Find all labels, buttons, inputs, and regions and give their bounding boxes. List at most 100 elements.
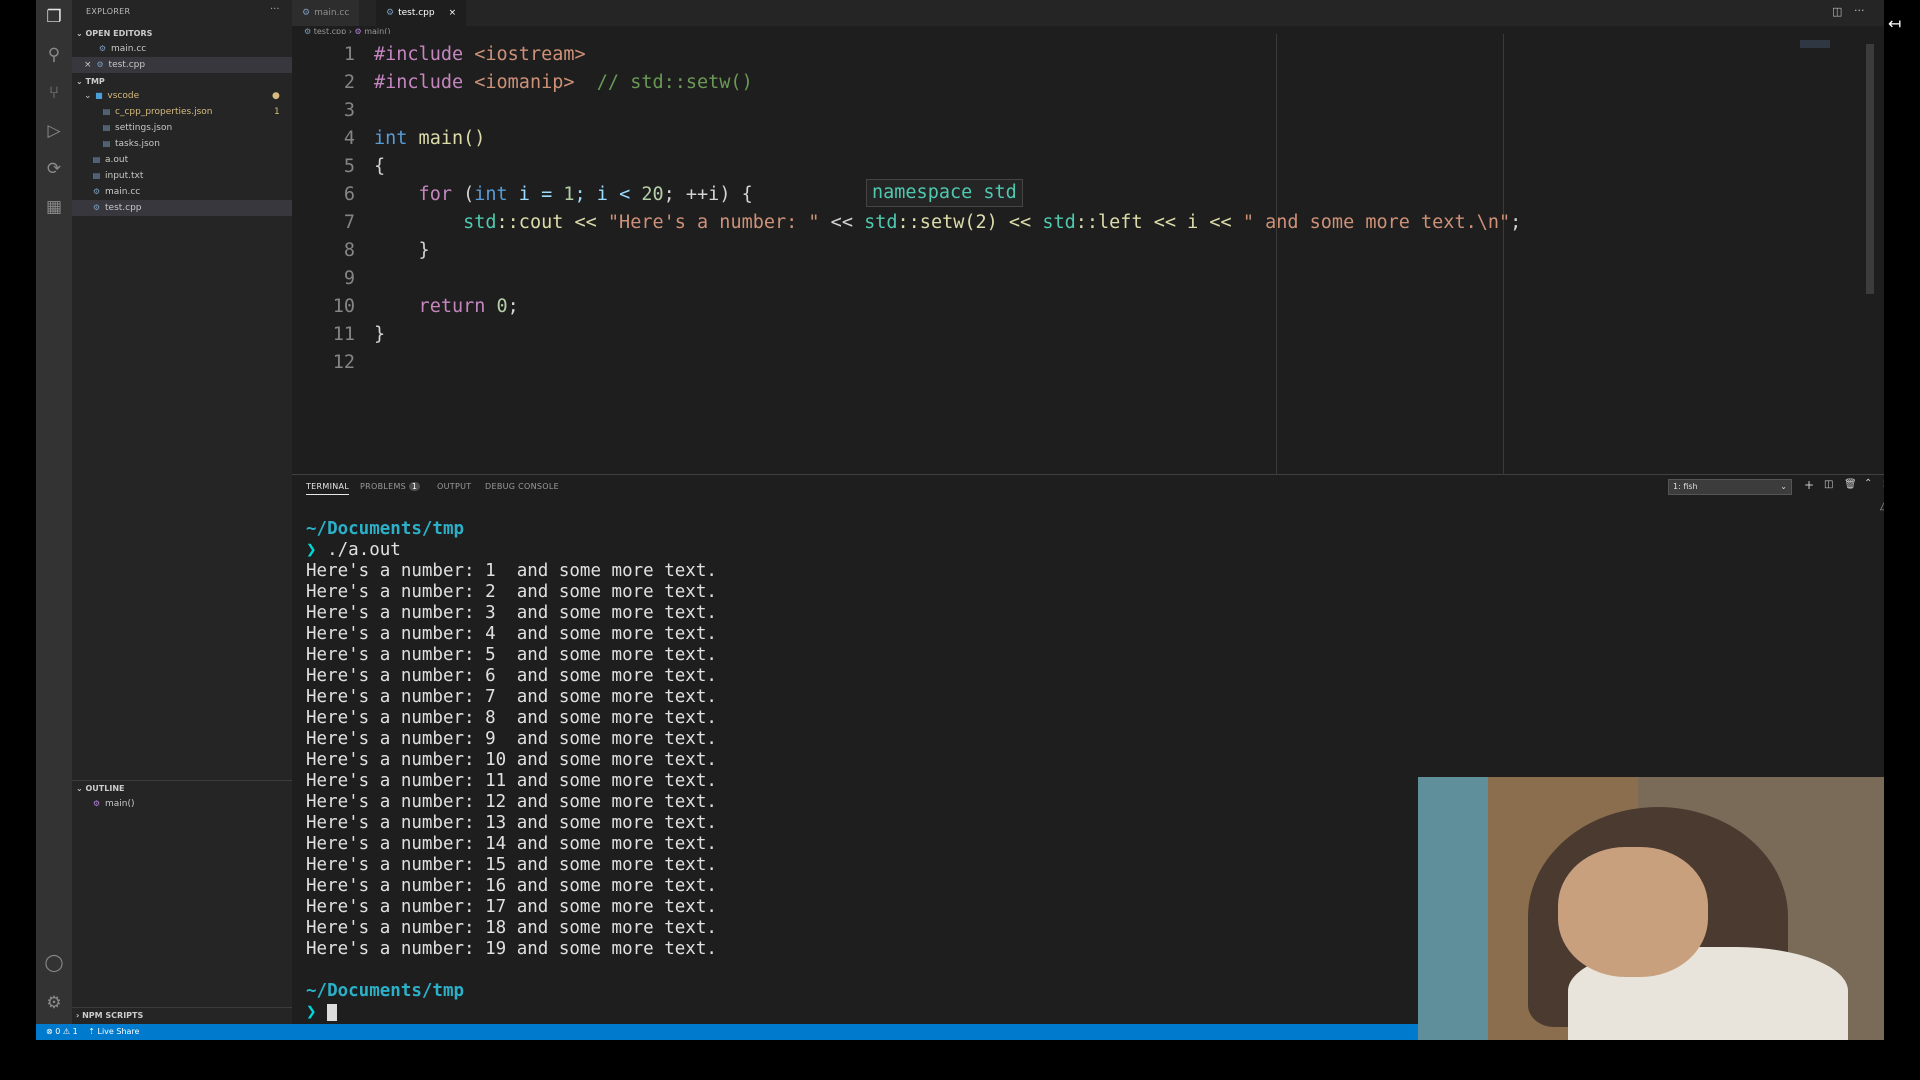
terminal-select[interactable]: 1: fish ⌄ — [1668, 479, 1792, 495]
status-problems[interactable]: ⊗ 0 ⚠ 1 — [36, 1027, 78, 1036]
explorer-icon[interactable]: ❐ — [41, 4, 67, 30]
code-editor[interactable]: 1 2 3 4 5 6 7 8 9 10 11 12 #include <ios… — [292, 34, 1874, 474]
code-line: std::cout << "Here's a number: " << std:… — [374, 212, 1522, 233]
close-icon[interactable]: × — [449, 8, 457, 18]
terminal-output-line: Here's a number: 15 and some more text. — [306, 855, 717, 875]
open-editor-item[interactable]: ⚙ main.cc — [72, 41, 292, 57]
ruler — [1503, 34, 1504, 474]
file-icon: ▤ — [92, 171, 101, 180]
terminal-output-line: Here's a number: 8 and some more text. — [306, 708, 717, 728]
line-number: 11 — [332, 324, 355, 345]
status-live-share[interactable]: ⇡ Live Share — [80, 1027, 139, 1036]
problems-badge: 1 — [408, 482, 421, 491]
sidebar-title: EXPLORER — [86, 7, 131, 16]
close-panel-icon[interactable]: × — [1882, 477, 1884, 490]
webcam-face — [1558, 847, 1708, 977]
search-icon[interactable]: ⚲ — [41, 42, 67, 68]
webcam-overlay — [1418, 777, 1884, 1040]
file-item[interactable]: ▤ input.txt — [72, 168, 292, 184]
terminal-output-line: Here's a number: 9 and some more text. — [306, 729, 717, 749]
line-number: 1 — [343, 44, 355, 65]
tab-problems[interactable]: PROBLEMS 1 — [360, 482, 421, 491]
file-item[interactable]: ▤ c_cpp_properties.json 1 — [72, 104, 292, 120]
terminal-output-line: Here's a number: 14 and some more text. — [306, 834, 717, 854]
line-number: 10 — [332, 296, 355, 317]
cpp-file-icon: ⚙ — [92, 187, 101, 196]
tab-test-cpp[interactable]: ⚙ test.cpp × — [376, 0, 467, 26]
line-number: 12 — [332, 352, 355, 373]
live-share-icon: ⇡ — [88, 1027, 95, 1036]
editor-tabs: ⚙ main.cc ⚙ test.cpp × ◫ ··· — [292, 0, 1884, 26]
chevron-down-icon: ⌄ — [1780, 482, 1787, 491]
function-icon: ⚙ — [92, 799, 101, 808]
line-number: 4 — [343, 128, 355, 149]
divider — [72, 1007, 292, 1008]
line-number: 6 — [343, 184, 355, 205]
terminal-prompt-line: ❯ — [306, 1002, 338, 1023]
outline-header[interactable]: ⌄ OUTLINE — [72, 782, 292, 795]
line-number: 7 — [343, 212, 355, 233]
extensions-icon[interactable]: ▦ — [41, 194, 67, 220]
terminal-cursor — [327, 1003, 338, 1021]
folder-header[interactable]: ⌄ TMP — [72, 75, 292, 88]
tab-main-cc[interactable]: ⚙ main.cc — [292, 0, 360, 26]
file-item[interactable]: ⚙ main.cc — [72, 184, 292, 200]
file-item[interactable]: ▤ a.out — [72, 152, 292, 168]
folder-item-vscode[interactable]: ⌄ ■ vscode ● — [72, 88, 292, 104]
terminal-output-line: Here's a number: 7 and some more text. — [306, 687, 717, 707]
terminal[interactable]: ~/Documents/tmp ❯ ./a.out Here's a numbe… — [306, 519, 717, 1022]
cpp-file-icon: ⚙ — [302, 8, 311, 18]
gear-icon[interactable]: ⚙ — [41, 990, 67, 1016]
terminal-output-line: Here's a number: 6 and some more text. — [306, 666, 717, 686]
source-control-icon[interactable]: ⑂ — [41, 80, 67, 106]
activity-bar: ❐ ⚲ ⑂ ▷ ⟳ ▦ ◯ ⚙ — [36, 0, 72, 1024]
terminal-output-line: Here's a number: 18 and some more text. — [306, 918, 717, 938]
line-number: 2 — [343, 72, 355, 93]
account-icon[interactable]: ◯ — [41, 950, 67, 976]
code-line: return 0; — [374, 296, 519, 317]
editor-scrollbar[interactable] — [1866, 44, 1874, 294]
run-debug-icon[interactable]: ▷ — [41, 118, 67, 144]
terminal-command-line: ❯ ./a.out — [306, 540, 401, 560]
line-number: 8 — [343, 240, 355, 261]
split-terminal-icon[interactable]: ◫ — [1824, 479, 1833, 490]
maximize-panel-icon[interactable]: ⌃ — [1864, 478, 1872, 489]
file-item[interactable]: ▤ tasks.json — [72, 136, 292, 152]
open-editor-item[interactable]: × ⚙ test.cpp — [72, 57, 292, 73]
minimap[interactable] — [1800, 40, 1830, 48]
split-editor-icon[interactable]: ◫ — [1832, 5, 1842, 18]
explorer-sidebar: EXPLORER ··· ⌄ OPEN EDITORS ⚙ main.cc × ⚙ t… — [72, 0, 292, 1024]
add-terminal-icon[interactable]: + — [1804, 478, 1814, 492]
npm-scripts-header[interactable]: › NPM SCRIPTS — [72, 1009, 292, 1022]
ruler — [1276, 34, 1277, 474]
exit-fullscreen-icon[interactable]: ↤ — [1888, 14, 1901, 33]
terminal-output-line: Here's a number: 11 and some more text. — [306, 771, 717, 791]
terminal-path: ~/Documents/tmp — [306, 519, 465, 539]
close-icon[interactable]: × — [84, 60, 92, 70]
json-file-icon: ▤ — [102, 123, 111, 132]
tab-output[interactable]: OUTPUT — [437, 482, 471, 491]
file-item[interactable]: ⚙ test.cpp — [72, 200, 292, 216]
json-file-icon: ▤ — [102, 139, 111, 148]
tab-terminal[interactable]: TERMINAL — [306, 482, 350, 495]
code-line: { — [374, 156, 386, 177]
file-item[interactable]: ▤ settings.json — [72, 120, 292, 136]
more-actions-icon[interactable]: ··· — [1854, 4, 1865, 17]
code-line: #include <iostream> — [374, 44, 586, 65]
trash-icon[interactable]: 🗑 — [1844, 479, 1857, 490]
terminal-path: ~/Documents/tmp — [306, 981, 465, 1001]
cpp-file-icon: ⚙ — [92, 203, 101, 212]
terminal-output-line: Here's a number: 10 and some more text. — [306, 750, 717, 770]
cpp-file-icon: ⚙ — [98, 44, 107, 53]
code-line: int main() — [374, 128, 486, 149]
terminal-output-line: Here's a number: 3 and some more text. — [306, 603, 717, 623]
remote-icon[interactable]: ⟳ — [41, 156, 67, 182]
cpp-file-icon: ⚙ — [96, 60, 104, 69]
outline-item[interactable]: ⚙ main() — [72, 796, 292, 812]
terminal-output-line: Here's a number: 17 and some more text. — [306, 897, 717, 917]
tab-debug-console[interactable]: DEBUG CONSOLE — [485, 482, 559, 491]
warning-icon: △ — [1880, 501, 1884, 512]
more-actions-icon[interactable]: ··· — [270, 4, 280, 15]
open-editors-header[interactable]: ⌄ OPEN EDITORS — [72, 27, 292, 40]
terminal-output-line: Here's a number: 1 and some more text. — [306, 561, 717, 581]
